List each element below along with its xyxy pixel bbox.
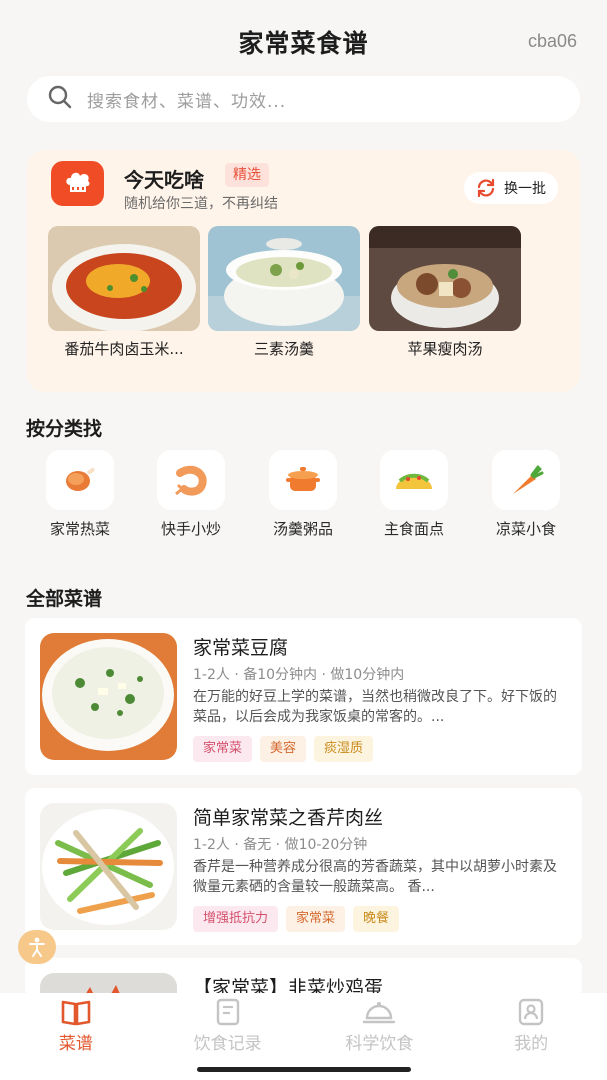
dish-name[interactable]: 三素汤羹	[208, 338, 360, 359]
recipe-tag: 晚餐	[353, 906, 400, 932]
dish-name[interactable]: 番茄牛肉卤玉米...	[48, 338, 200, 359]
category-item[interactable]: 快手小炒	[146, 450, 236, 539]
recipe-title: 家常菜豆腐	[193, 637, 289, 659]
recipe-meta: 1-2人 · 备无 · 做10-20分钟	[193, 837, 368, 853]
category-item[interactable]: 家常热菜	[35, 450, 125, 539]
recipe-description: 香芹是一种营养成分很高的芳香蔬菜，其中以胡萝小时素及微量元素硒的含量较一般蔬菜高…	[193, 859, 557, 895]
user-id[interactable]: cba06	[528, 31, 577, 52]
recipe-tag: 家常菜	[193, 736, 253, 762]
category-label: 快手小炒	[160, 520, 221, 538]
category-item[interactable]: 主食面点	[369, 450, 459, 539]
app-title: 家常菜食谱	[238, 29, 369, 58]
carrot-icon	[492, 450, 560, 510]
recipe-tag: 美容	[260, 736, 307, 762]
search-placeholder: 搜索食材、菜谱、功效...	[87, 91, 287, 112]
recipe-tag: 增强抵抗力	[193, 906, 279, 932]
category-label: 凉菜小食	[495, 520, 556, 538]
dish-image[interactable]	[208, 226, 360, 331]
pot-icon	[269, 450, 337, 510]
recipe-image	[40, 803, 177, 930]
search-input[interactable]: 搜索食材、菜谱、功效...	[27, 76, 580, 122]
tab-label: 我的	[514, 1034, 549, 1054]
recipe-tag: 痰湿质	[314, 736, 374, 762]
category-label: 家常热菜	[49, 520, 110, 538]
category-section-title: 按分类找	[26, 418, 103, 440]
recipe-description: 在万能的好豆上学的菜谱，当然也稍微改良了下。好下饭的菜品，以后会成为我家饭桌的常…	[193, 689, 557, 725]
dish-name[interactable]: 苹果瘦肉汤	[369, 338, 521, 359]
recipe-card[interactable]: 家常菜豆腐 1-2人 · 备10分钟内 · 做10分钟内 在万能的好豆上学的菜谱…	[25, 618, 582, 775]
tab-label: 饮食记录	[193, 1034, 262, 1054]
dish-image[interactable]	[369, 226, 521, 331]
recipe-card[interactable]: 简单家常菜之香芹肉丝 1-2人 · 备无 · 做10-20分钟 香芹是一种营养成…	[25, 788, 582, 945]
accessibility-icon	[29, 937, 45, 957]
refresh-label: 换一批	[504, 181, 546, 197]
featured-badge: 精选	[225, 163, 269, 187]
accessibility-button[interactable]	[18, 930, 56, 964]
recipe-image	[40, 633, 177, 760]
category-item[interactable]: 汤羹粥品	[258, 450, 348, 539]
dish-image[interactable]	[48, 226, 200, 331]
category-label: 主食面点	[383, 520, 444, 538]
notepad-icon	[216, 998, 239, 1026]
tab-profile[interactable]: 我的	[455, 993, 607, 1061]
header: 家常菜食谱 cba06	[0, 0, 607, 76]
profile-icon	[518, 998, 544, 1026]
category-label: 汤羹粥品	[272, 520, 333, 538]
refresh-icon	[477, 179, 495, 197]
recipe-card[interactable]: 【家常菜】韭菜炒鸡蛋	[25, 958, 582, 998]
taco-icon	[380, 450, 448, 510]
recipes-section-title: 全部菜谱	[26, 588, 103, 610]
tab-diet-record[interactable]: 饮食记录	[152, 993, 304, 1061]
cloche-icon	[363, 1002, 396, 1024]
bottom-navigation: 菜谱 饮食记录 科学饮食 我的	[0, 993, 607, 1061]
today-recommend-card: 今天吃啥 精选 随机给你三道，不再纠结 换一批 番茄牛肉卤玉米... 三素汤羹 …	[27, 150, 580, 392]
chef-hat-icon	[51, 161, 104, 206]
tab-label: 科学饮食	[345, 1034, 414, 1054]
search-icon	[47, 84, 73, 114]
shrimp-icon	[157, 450, 225, 510]
category-item[interactable]: 凉菜小食	[481, 450, 571, 539]
today-subtitle: 随机给你三道，不再纠结	[124, 196, 278, 212]
drumstick-icon	[46, 450, 114, 510]
tab-science-diet[interactable]: 科学饮食	[304, 993, 456, 1061]
recipe-tag: 家常菜	[286, 906, 346, 932]
home-indicator-area	[0, 1061, 607, 1080]
today-title: 今天吃啥	[124, 168, 204, 192]
recipe-title: 简单家常菜之香芹肉丝	[193, 807, 384, 829]
home-indicator[interactable]	[197, 1067, 411, 1072]
tab-recipes[interactable]: 菜谱	[0, 993, 152, 1061]
refresh-button[interactable]: 换一批	[464, 172, 558, 204]
book-icon	[61, 1000, 91, 1026]
tab-label: 菜谱	[58, 1034, 93, 1054]
recipe-meta: 1-2人 · 备10分钟内 · 做10分钟内	[193, 667, 405, 683]
